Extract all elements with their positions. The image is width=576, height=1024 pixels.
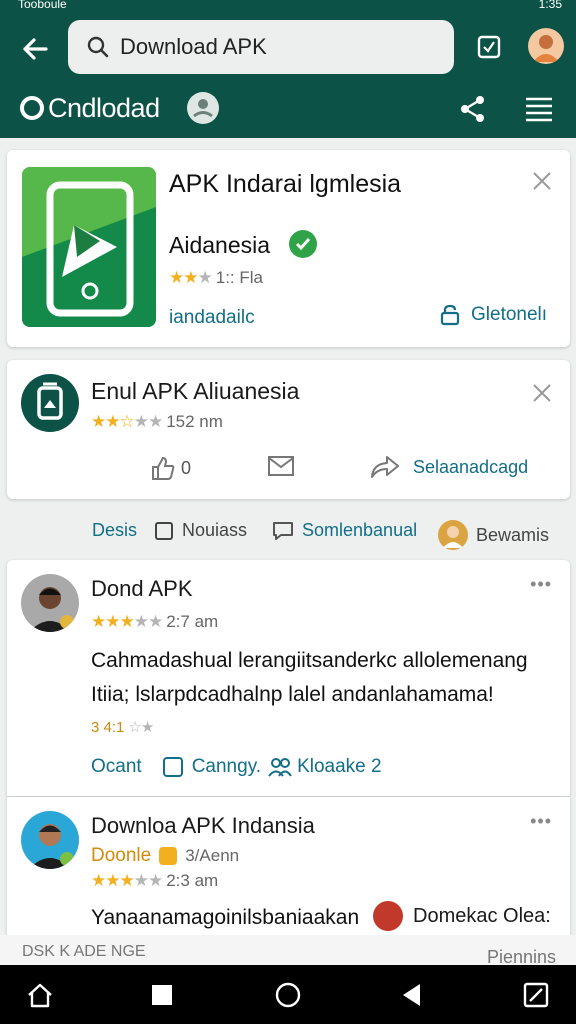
- like-button[interactable]: 0: [149, 454, 191, 482]
- filter-tabs: Desis Nouiass Somlenbanual Bewamis: [0, 512, 576, 550]
- back-triangle-icon[interactable]: [398, 981, 426, 1009]
- tab-label: Somlenbanual: [302, 520, 418, 540]
- tab-desis[interactable]: Desis: [92, 520, 137, 541]
- close-icon[interactable]: [531, 382, 553, 404]
- review-time: 2:7 am: [166, 612, 219, 631]
- status-time: 1:35: [538, 0, 562, 11]
- rating-stars: ★★★★★: [91, 871, 163, 890]
- count-link[interactable]: Kloaake 2: [297, 756, 382, 778]
- footer-left: DSK K ADE NGE: [22, 943, 146, 960]
- tab-nouiass[interactable]: Nouiass: [154, 520, 247, 541]
- search-input[interactable]: [120, 28, 440, 66]
- download-link[interactable]: iandadailc: [169, 307, 255, 329]
- tab-label: Nouiass: [182, 520, 248, 540]
- mini-rating-text: 3 4:1: [91, 718, 125, 736]
- search-icon: [87, 36, 109, 58]
- app-bar: Cndlodad: [0, 14, 576, 138]
- user-avatar-icon: [438, 520, 468, 550]
- brand-title: Cndlodad: [48, 92, 160, 123]
- square-icon: [155, 521, 173, 540]
- more-options-icon[interactable]: •••: [530, 574, 552, 595]
- rating-stars: ★★★: [169, 268, 213, 287]
- logo-icon: [20, 96, 44, 120]
- developer-name: Aidanesia: [169, 232, 271, 258]
- home-icon[interactable]: [26, 981, 54, 1009]
- brand-logo: Cndlodad: [20, 90, 160, 126]
- clipboard-icon[interactable]: [476, 34, 502, 60]
- tab-label: Bewamis: [476, 524, 550, 545]
- profile-avatar[interactable]: [528, 28, 564, 64]
- rating-stars: ★★☆★★: [91, 412, 163, 431]
- app-icon: [22, 167, 156, 327]
- thumbs-up-icon: [152, 456, 175, 480]
- tab-somlenbanual[interactable]: Somlenbanual: [272, 520, 417, 541]
- circle-home-icon[interactable]: [274, 981, 302, 1009]
- rating-stars: ★★★★★: [91, 612, 163, 631]
- system-nav-bar: [0, 965, 576, 1024]
- app-card[interactable]: APK Indarai lgmlesia Aidanesia ★★★ 1:: F…: [7, 150, 570, 347]
- review-rating: ★★★★★ 2:7 am: [91, 612, 218, 632]
- share-button[interactable]: Selaanadcagd: [369, 454, 528, 480]
- lock-icon: [440, 304, 460, 326]
- edit-icon[interactable]: [522, 981, 550, 1009]
- alt-app-card[interactable]: Enul APK Aliuanesia ★★☆★★ 152 nm 0 Selaa…: [7, 360, 570, 499]
- get-button-label: Gletonelı: [471, 304, 548, 325]
- mini-rating-stars: ☆★: [128, 719, 154, 736]
- mention-avatar[interactable]: [373, 901, 403, 931]
- mini-rating: 3 4:1 ☆★: [91, 718, 157, 737]
- verified-badge-icon: [289, 230, 317, 258]
- badge-label: Doonle: [91, 845, 152, 866]
- like-count: 0: [181, 457, 192, 478]
- review-rating: ★★★★★ 2:3 am: [91, 871, 218, 891]
- message-button[interactable]: [267, 454, 295, 478]
- reply-link[interactable]: Ocant: [91, 756, 142, 778]
- review-text: Cahmadashual lerangiitsanderkc allolemen…: [91, 649, 528, 706]
- alt-app-title: Enul APK Aliuanesia: [91, 378, 300, 404]
- get-button[interactable]: Gletonelı: [439, 304, 547, 326]
- rating-text: 152 nm: [166, 412, 223, 431]
- mention-text: Domekac Olea:: [413, 905, 551, 927]
- review-time: 2:3 am: [166, 871, 219, 890]
- app-title: APK Indarai lgmlesia: [169, 170, 402, 198]
- share-label: Selaanadcagd: [413, 456, 529, 477]
- review-card: Dond APK ••• ★★★★★ 2:7 am Cahmadashual l…: [7, 560, 570, 796]
- reviewer-badge: Doonle 3/Aenn: [91, 845, 239, 867]
- more-options-icon[interactable]: •••: [530, 811, 552, 832]
- comment-icon: [273, 521, 293, 540]
- status-bar: Tooboule 1:35: [0, 0, 576, 14]
- back-arrow-icon[interactable]: [20, 34, 50, 64]
- reviewer-avatar[interactable]: [21, 574, 79, 632]
- badge-icon: [159, 847, 178, 865]
- status-left: Tooboule: [18, 0, 67, 11]
- share-icon[interactable]: [458, 94, 488, 124]
- alt-app-rating: ★★☆★★ 152 nm: [91, 412, 223, 432]
- badge-meta: 3/Aenn: [185, 846, 240, 865]
- mail-icon: [268, 456, 294, 476]
- review-text: Yanaanamagoinilsbaniaakan: [91, 906, 360, 929]
- close-icon[interactable]: [531, 170, 553, 192]
- review-card: Downloa APK Indansia ••• Doonle 3/Aenn ★…: [7, 797, 570, 935]
- app-icon: [21, 374, 79, 432]
- reviewer-name: Downloa APK Indansia: [91, 813, 315, 838]
- person-icon: [533, 35, 559, 62]
- review-actions: Ocant Canngy. Kloaake 2: [91, 756, 382, 778]
- tab-bewamis[interactable]: Bewamis: [438, 520, 549, 550]
- overview-icon[interactable]: [148, 981, 176, 1009]
- reviewer-name: Dond APK: [91, 576, 193, 601]
- people-icon: [268, 758, 292, 777]
- reviewer-avatar[interactable]: [21, 811, 79, 869]
- copy-icon[interactable]: [162, 756, 184, 778]
- forward-icon: [371, 456, 399, 478]
- menu-icon[interactable]: [524, 96, 554, 122]
- footer-strip: DSK K ADE NGE Piennins: [0, 935, 576, 967]
- app-rating: ★★★ 1:: Fla: [169, 268, 263, 288]
- account-icon[interactable]: [187, 92, 219, 124]
- rating-text: 1:: Fla: [215, 268, 263, 287]
- copy-link[interactable]: Canngy.: [192, 756, 261, 778]
- search-bar[interactable]: [68, 20, 454, 74]
- tab-label: Desis: [92, 520, 138, 540]
